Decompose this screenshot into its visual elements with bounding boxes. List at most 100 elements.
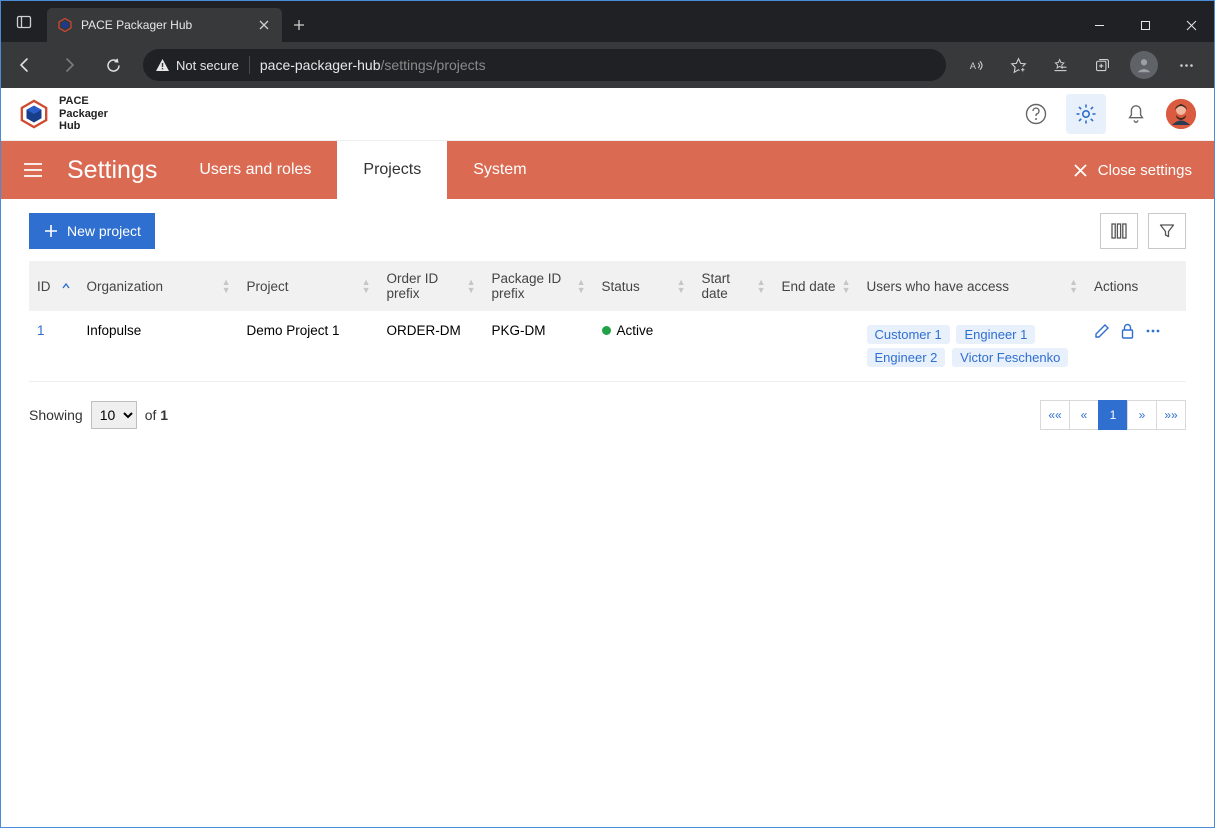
new-project-button[interactable]: New project xyxy=(29,213,155,249)
lock-icon[interactable] xyxy=(1120,323,1135,339)
user-tag[interactable]: Engineer 1 xyxy=(956,325,1035,344)
favorites-bar-icon[interactable] xyxy=(1040,45,1080,85)
refresh-button[interactable] xyxy=(93,45,133,85)
tab-actions-icon[interactable] xyxy=(1,1,47,42)
col-package-prefix[interactable]: Package ID prefix▲▼ xyxy=(484,261,594,311)
cell-users: Customer 1 Engineer 1 Engineer 2 Victor … xyxy=(859,311,1087,382)
col-project[interactable]: Project▲▼ xyxy=(239,261,379,311)
close-window-button[interactable] xyxy=(1168,8,1214,42)
cell-order-prefix: ORDER-DM xyxy=(379,311,484,382)
security-label: Not secure xyxy=(176,58,239,73)
cell-project: Demo Project 1 xyxy=(239,311,379,382)
toolbar: New project xyxy=(15,213,1200,261)
user-tag[interactable]: Engineer 2 xyxy=(867,348,946,367)
cell-start-date xyxy=(694,311,774,382)
col-end-date[interactable]: End date▲▼ xyxy=(774,261,859,311)
window-controls xyxy=(1076,8,1214,42)
showing-label: Showing xyxy=(29,407,83,423)
address-bar: Not secure pace-packager-hub/settings/pr… xyxy=(1,42,1214,88)
minimize-button[interactable] xyxy=(1076,8,1122,42)
user-tag[interactable]: Customer 1 xyxy=(867,325,950,344)
page-prev[interactable]: « xyxy=(1069,400,1099,430)
user-avatar[interactable] xyxy=(1166,99,1196,129)
hamburger-icon[interactable] xyxy=(15,141,51,199)
close-settings-label: Close settings xyxy=(1098,162,1192,179)
pagination: «« « 1 » »» xyxy=(1041,400,1186,430)
page-last[interactable]: »» xyxy=(1156,400,1186,430)
svg-text:A: A xyxy=(969,60,976,70)
profile-icon[interactable] xyxy=(1124,45,1164,85)
settings-bar: Settings Users and roles Projects System… xyxy=(1,141,1214,199)
edit-icon[interactable] xyxy=(1094,323,1110,339)
cell-id[interactable]: 1 xyxy=(29,311,79,382)
tab-close-icon[interactable] xyxy=(256,17,272,33)
col-order-prefix[interactable]: Order ID prefix▲▼ xyxy=(379,261,484,311)
cell-actions xyxy=(1086,311,1186,382)
sort-icon: ▲▼ xyxy=(222,278,231,294)
table-footer: Showing 10 of 1 «« « 1 » »» xyxy=(15,382,1200,448)
sort-icon: ▲▼ xyxy=(842,278,851,294)
browser-chrome: PACE Packager Hub Not secure pace-packag… xyxy=(1,1,1214,88)
warning-icon xyxy=(155,58,170,73)
security-badge: Not secure xyxy=(155,58,239,73)
titlebar: PACE Packager Hub xyxy=(1,1,1214,42)
table-row[interactable]: 1 Infopulse Demo Project 1 ORDER-DM PKG-… xyxy=(29,311,1186,382)
cell-package-prefix: PKG-DM xyxy=(484,311,594,382)
maximize-button[interactable] xyxy=(1122,8,1168,42)
col-status[interactable]: Status▲▼ xyxy=(594,261,694,311)
tab-users-and-roles[interactable]: Users and roles xyxy=(173,141,337,199)
sort-icon: ▲▼ xyxy=(1069,278,1078,294)
logo-icon xyxy=(19,99,49,129)
new-project-label: New project xyxy=(67,223,141,239)
col-actions: Actions xyxy=(1086,261,1186,311)
logo-text: PACEPackagerHub xyxy=(59,95,108,133)
tab-system[interactable]: System xyxy=(447,141,552,199)
columns-button[interactable] xyxy=(1100,213,1138,249)
favicon-icon xyxy=(57,17,73,33)
page-current[interactable]: 1 xyxy=(1098,400,1128,430)
app-logo[interactable]: PACEPackagerHub xyxy=(19,95,108,133)
new-tab-button[interactable] xyxy=(284,10,314,40)
cell-organization: Infopulse xyxy=(79,311,239,382)
content: New project ID Organization▲▼ Project▲▼ … xyxy=(1,199,1214,448)
back-button[interactable] xyxy=(5,45,45,85)
app-header: PACEPackagerHub xyxy=(1,88,1214,141)
sort-icon: ▲▼ xyxy=(467,278,476,294)
col-users[interactable]: Users who have access▲▼ xyxy=(859,261,1087,311)
settings-title: Settings xyxy=(51,141,173,199)
page-next[interactable]: » xyxy=(1127,400,1157,430)
col-organization[interactable]: Organization▲▼ xyxy=(79,261,239,311)
more-icon[interactable] xyxy=(1145,323,1161,339)
sort-icon: ▲▼ xyxy=(757,278,766,294)
tab-title: PACE Packager Hub xyxy=(81,18,248,32)
page-size-select[interactable]: 10 xyxy=(91,401,137,429)
favorite-icon[interactable] xyxy=(998,45,1038,85)
page-first[interactable]: «« xyxy=(1040,400,1070,430)
url-field[interactable]: Not secure pace-packager-hub/settings/pr… xyxy=(143,49,946,81)
read-aloud-icon[interactable]: A xyxy=(956,45,996,85)
sort-icon: ▲▼ xyxy=(577,278,586,294)
cell-end-date xyxy=(774,311,859,382)
settings-gear-icon[interactable] xyxy=(1066,94,1106,134)
browser-tab[interactable]: PACE Packager Hub xyxy=(47,8,282,42)
tab-projects[interactable]: Projects xyxy=(337,141,447,199)
notifications-icon[interactable] xyxy=(1116,94,1156,134)
user-tag[interactable]: Victor Feschenko xyxy=(952,348,1068,367)
filter-button[interactable] xyxy=(1148,213,1186,249)
close-settings-button[interactable]: Close settings xyxy=(1051,141,1214,199)
of-label: of xyxy=(145,407,157,423)
menu-icon[interactable] xyxy=(1166,45,1206,85)
table-header-row: ID Organization▲▼ Project▲▼ Order ID pre… xyxy=(29,261,1186,311)
col-id[interactable]: ID xyxy=(29,261,79,311)
collections-icon[interactable] xyxy=(1082,45,1122,85)
help-icon[interactable] xyxy=(1016,94,1056,134)
status-dot-icon xyxy=(602,326,611,335)
projects-table: ID Organization▲▼ Project▲▼ Order ID pre… xyxy=(29,261,1186,382)
col-start-date[interactable]: Start date▲▼ xyxy=(694,261,774,311)
total-count: 1 xyxy=(160,407,168,423)
forward-button xyxy=(49,45,89,85)
close-icon xyxy=(1073,163,1088,178)
plus-icon xyxy=(43,223,59,239)
sort-icon: ▲▼ xyxy=(677,278,686,294)
sort-icon: ▲▼ xyxy=(362,278,371,294)
